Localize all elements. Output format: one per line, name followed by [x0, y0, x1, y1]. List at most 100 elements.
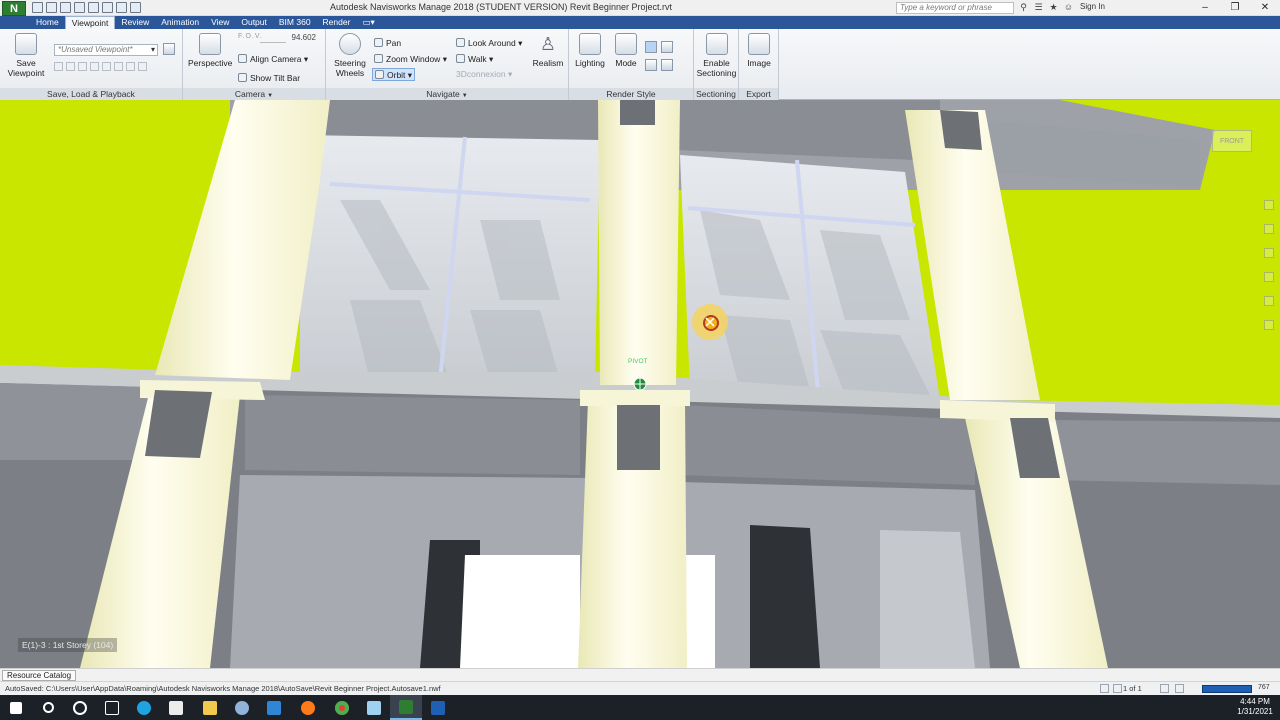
viewpoint-combo[interactable]: *Unsaved Viewpoint* ▾ [54, 44, 158, 56]
first-sheet-icon[interactable] [1100, 684, 1109, 693]
walk-nav-icon[interactable] [1264, 320, 1274, 330]
stop-icon[interactable] [102, 62, 111, 71]
firefox-app[interactable] [292, 695, 324, 720]
align-camera-button[interactable]: Align Camera ▾ [238, 53, 308, 66]
open-file-icon[interactable] [46, 2, 57, 13]
mail-app[interactable] [258, 695, 290, 720]
save-viewpoint-button[interactable]: Save Viewpoint [6, 33, 46, 78]
viewcube-face-front[interactable]: FRONT [1212, 130, 1252, 152]
redo-icon[interactable] [102, 2, 113, 13]
close-icon[interactable]: ✕ [1250, 0, 1280, 16]
start-button[interactable] [0, 695, 32, 720]
tab-review[interactable]: Review [115, 16, 155, 29]
tab-render[interactable]: Render [317, 16, 357, 29]
sheet-browser-icon[interactable] [1175, 684, 1184, 693]
3d-viewport[interactable]: PIVOT FRONT E(1)-3 : 1st Storey (104) [0, 100, 1280, 668]
prev-sheet-icon[interactable] [1113, 684, 1122, 693]
task-view-button[interactable] [96, 695, 128, 720]
minimize-icon[interactable]: – [1190, 0, 1220, 16]
tab-bim-360[interactable]: BIM 360 [273, 16, 317, 29]
settings-app[interactable] [226, 695, 258, 720]
navisworks-app[interactable] [390, 695, 422, 720]
viewcube[interactable]: FRONT [1200, 130, 1270, 170]
play-icon[interactable] [114, 62, 123, 71]
sheet-nav [1100, 684, 1122, 693]
save-icon[interactable] [60, 2, 71, 13]
revit-app[interactable] [422, 695, 454, 720]
first-frame-icon[interactable] [54, 62, 63, 71]
panel-label-render-style[interactable]: Render Style [569, 88, 693, 100]
image-icon [748, 33, 770, 55]
fov-slider[interactable] [260, 34, 286, 43]
panel-label-navigate[interactable]: Navigate ▼ [326, 88, 568, 100]
mode-button[interactable]: Mode [611, 33, 641, 68]
panel-label-export[interactable]: Export [739, 88, 778, 100]
print-icon[interactable] [74, 2, 85, 13]
next-key-icon[interactable] [126, 62, 135, 71]
tab-animation[interactable]: Animation [155, 16, 205, 29]
steering-wheel-nav-icon[interactable] [1264, 200, 1274, 210]
viewpoint-combo-value: *Unsaved Viewpoint* [58, 45, 133, 54]
app-logo-icon[interactable]: N [2, 1, 26, 16]
show-tilt-bar-button[interactable]: Show Tilt Bar [238, 72, 300, 85]
look-nav-icon[interactable] [1264, 296, 1274, 306]
select-icon[interactable] [130, 2, 141, 13]
store-app[interactable] [160, 695, 192, 720]
star-icon[interactable]: ★ [1048, 2, 1059, 13]
points-icon[interactable] [645, 59, 657, 71]
previous-key-icon[interactable] [66, 62, 75, 71]
zoom-nav-icon[interactable] [1264, 248, 1274, 258]
camera-dropdown-icon[interactable]: ▭▾ [356, 16, 380, 29]
zoom-window-button[interactable]: Zoom Window ▾ [374, 53, 447, 66]
undo-icon[interactable] [88, 2, 99, 13]
realism-button[interactable]: ♙ Realism [531, 33, 565, 68]
lighting-button[interactable]: Lighting [573, 33, 607, 68]
pan-button[interactable]: Pan [374, 37, 401, 50]
binoculars-icon[interactable]: ⚲ [1018, 2, 1029, 13]
pen-app[interactable] [358, 695, 390, 720]
sign-in-link[interactable]: Sign In [1080, 2, 1105, 11]
taskbar: 4:44 PM 1/31/2021 [0, 695, 1280, 720]
tab-viewpoint[interactable]: Viewpoint [64, 16, 116, 29]
edge-app[interactable] [128, 695, 160, 720]
panel-label-save-load[interactable]: Save, Load & Playback [0, 88, 182, 100]
tab-view[interactable]: View [205, 16, 235, 29]
system-clock[interactable]: 4:44 PM 1/31/2021 [1232, 697, 1278, 717]
search-button[interactable] [32, 695, 64, 720]
image-export-button[interactable]: Image [743, 33, 775, 68]
last-frame-icon[interactable] [138, 62, 147, 71]
text-icon[interactable] [661, 59, 673, 71]
search-icon [42, 702, 54, 713]
orbit-button[interactable]: Orbit ▾ [372, 68, 416, 81]
reverse-play-icon[interactable] [78, 62, 87, 71]
walk-button[interactable]: Walk ▾ [456, 53, 493, 66]
new-file-icon[interactable] [32, 2, 43, 13]
steering-wheels-button[interactable]: Steering Wheels [332, 33, 368, 78]
enable-sectioning-button[interactable]: Enable Sectioning [696, 33, 737, 78]
file-explorer-app[interactable] [194, 695, 226, 720]
pause-icon[interactable] [90, 62, 99, 71]
panel-label-camera[interactable]: Camera ▼ [183, 88, 325, 100]
cortana-button[interactable] [64, 695, 96, 720]
3dconnexion-button[interactable]: 3Dconnexion ▾ [456, 68, 512, 81]
subscription-icon[interactable]: ☰ [1033, 2, 1044, 13]
next-sheet-icon[interactable] [1160, 684, 1169, 693]
resource-catalog-tab[interactable]: Resource Catalog [2, 670, 77, 681]
refresh-icon[interactable] [116, 2, 127, 13]
look-around-button[interactable]: Look Around ▾ [456, 37, 522, 50]
tab-output[interactable]: Output [235, 16, 273, 29]
help-search-input[interactable]: Type a keyword or phrase [896, 2, 1014, 14]
tab-home[interactable]: Home [30, 16, 65, 29]
pan-nav-icon[interactable] [1264, 224, 1274, 234]
fov-value[interactable]: 94.602 [286, 32, 316, 43]
viewpoint-settings-icon[interactable] [163, 43, 175, 55]
panel-label-sectioning[interactable]: Sectioning [694, 88, 738, 100]
memory-value: 767 [1258, 684, 1270, 691]
orbit-nav-icon[interactable] [1264, 272, 1274, 282]
perspective-button[interactable]: Perspective [188, 33, 232, 68]
user-icon[interactable]: ☺ [1063, 2, 1074, 13]
lines-icon[interactable] [661, 41, 673, 53]
surfaces-icon[interactable] [645, 41, 657, 53]
restore-icon[interactable]: ❐ [1220, 0, 1250, 16]
chrome-app[interactable] [326, 695, 358, 720]
